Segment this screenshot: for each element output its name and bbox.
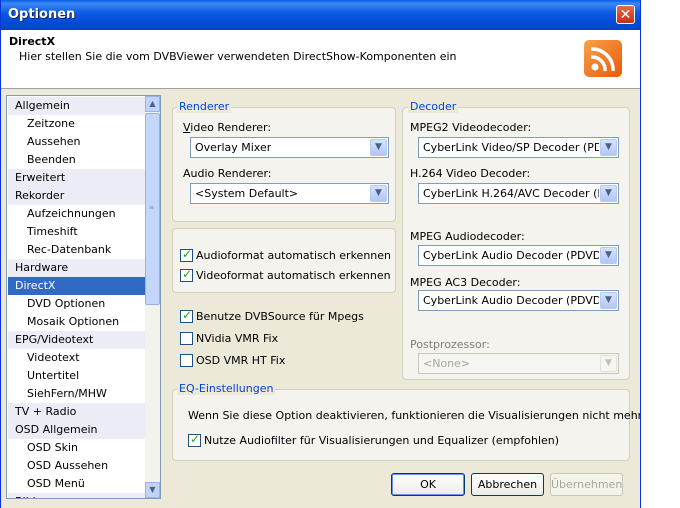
check-icon: ✓ xyxy=(182,308,193,322)
videoformat-checkbox[interactable]: ✓ xyxy=(180,267,193,282)
video-renderer-select[interactable]: Overlay Mixer ▼ xyxy=(190,137,389,158)
chevron-down-icon[interactable]: ▼ xyxy=(600,292,617,309)
audiofilter-checkbox[interactable]: ✓ xyxy=(188,432,201,447)
options-window: Optionen ✕ DirectX Hier stellen Sie die … xyxy=(0,0,641,508)
nav-item[interactable]: Mosaik Optionen xyxy=(8,313,146,331)
mpeg-audio-label: MPEG Audiodecoder: xyxy=(410,230,525,243)
dvbsource-label[interactable]: Benutze DVBSource für Mpegs xyxy=(196,310,364,323)
nav-item[interactable]: Untertitel xyxy=(8,367,146,385)
audio-renderer-label: Audio Renderer: xyxy=(183,167,272,180)
mpeg2-label: MPEG2 Videodecoder: xyxy=(410,121,532,134)
page-description: Hier stellen Sie die vom DVBViewer verwe… xyxy=(19,50,457,63)
nav-item[interactable]: DVD Optionen xyxy=(8,295,146,313)
nav-item[interactable]: Aussehen xyxy=(8,133,146,151)
chevron-down-icon[interactable]: ▼ xyxy=(370,139,387,156)
dvbsource-checkbox[interactable]: ✓ xyxy=(180,308,193,323)
close-button[interactable]: ✕ xyxy=(616,5,635,24)
page-title: DirectX xyxy=(9,35,56,48)
osd-vmr-label[interactable]: OSD VMR HT Fix xyxy=(196,354,285,367)
window-title: Optionen xyxy=(8,7,76,22)
rss-icon xyxy=(584,40,622,77)
check-icon: ✓ xyxy=(182,267,193,281)
nav-item[interactable]: Zeitzone xyxy=(8,115,146,133)
nav-item[interactable]: Aufzeichnungen xyxy=(8,205,146,223)
nav-item[interactable]: OSD Allgemein xyxy=(8,421,146,439)
nav-item[interactable]: OSD Aussehen xyxy=(8,457,146,475)
scroll-up-button[interactable]: ▲ xyxy=(145,96,160,112)
decoder-legend: Decoder xyxy=(408,100,459,113)
postprocessor-select[interactable]: <None> ▼ xyxy=(418,353,619,374)
page-header: DirectX Hier stellen Sie die vom DVBView… xyxy=(1,30,640,89)
renderer-legend: Renderer xyxy=(177,100,232,113)
grip-icon: ≡ xyxy=(149,204,155,211)
mpeg-audio-value: CyberLink Audio Decoder (PDVD7) xyxy=(423,249,599,262)
chevron-down-icon[interactable]: ▼ xyxy=(600,185,617,202)
audiofilter-label[interactable]: Nutze Audiofilter für Visualisierungen u… xyxy=(204,434,559,447)
eq-group xyxy=(172,389,630,461)
nav-item[interactable]: Erweitert xyxy=(8,169,146,187)
ac3-value: CyberLink Audio Decoder (PDVD7) xyxy=(423,294,599,307)
nav-item[interactable]: EPG/Videotext xyxy=(8,331,146,349)
chevron-down-icon[interactable]: ▼ xyxy=(600,139,617,156)
apply-button[interactable]: Übernehmen xyxy=(550,473,623,496)
audio-renderer-select[interactable]: <System Default> ▼ xyxy=(190,183,389,204)
chevron-down-icon[interactable]: ▼ xyxy=(370,185,387,202)
nav-item[interactable]: TV + Radio xyxy=(8,403,146,421)
nvidia-checkbox[interactable] xyxy=(180,332,193,345)
nav-item[interactable]: Hardware xyxy=(8,259,146,277)
postprocessor-label: Postprozessor: xyxy=(410,338,490,351)
audioformat-label[interactable]: Audioformat automatisch erkennen xyxy=(196,249,391,262)
h264-select[interactable]: CyberLink H.264/AVC Decoder (PDVD7) ▼ xyxy=(418,183,619,204)
check-icon: ✓ xyxy=(182,247,193,261)
video-renderer-label: Video Renderer: xyxy=(183,121,272,134)
scroll-down-button[interactable]: ▼ xyxy=(145,482,160,498)
nav-item[interactable]: OSD Menü xyxy=(8,475,146,493)
ok-button[interactable]: OK xyxy=(391,473,465,496)
eq-warning: Wenn Sie diese Option deaktivieren, funk… xyxy=(188,409,641,422)
osd-vmr-checkbox[interactable] xyxy=(180,354,193,367)
videoformat-label[interactable]: Videoformat automatisch erkennen xyxy=(196,269,391,282)
nav-item[interactable]: OSD Skin xyxy=(8,439,146,457)
nav-item[interactable]: Beenden xyxy=(8,151,146,169)
nav-item[interactable]: SiehFern/MHW xyxy=(8,385,146,403)
ac3-select[interactable]: CyberLink Audio Decoder (PDVD7) ▼ xyxy=(418,290,619,311)
chevron-down-icon[interactable]: ▼ xyxy=(600,355,617,372)
nav-item[interactable]: Bilder xyxy=(8,493,146,498)
audio-renderer-value: <System Default> xyxy=(195,187,299,200)
nav-item[interactable]: Rekorder xyxy=(8,187,146,205)
h264-value: CyberLink H.264/AVC Decoder (PDVD7) xyxy=(423,187,599,200)
chevron-down-icon[interactable]: ▼ xyxy=(600,247,617,264)
nav-item[interactable]: Rec-Datenbank xyxy=(8,241,146,259)
cancel-button[interactable]: Abbrechen xyxy=(471,473,544,496)
mpeg2-select[interactable]: CyberLink Video/SP Decoder (PDVD7) ▼ xyxy=(418,137,619,158)
video-renderer-value: Overlay Mixer xyxy=(195,141,272,154)
mpeg2-value: CyberLink Video/SP Decoder (PDVD7) xyxy=(423,141,599,154)
title-bar[interactable]: Optionen ✕ xyxy=(1,0,640,30)
category-scrollbar[interactable]: ▲ ≡ ▼ xyxy=(145,96,160,498)
nav-item[interactable]: Videotext xyxy=(8,349,146,367)
check-icon: ✓ xyxy=(190,432,201,446)
audioformat-checkbox[interactable]: ✓ xyxy=(180,247,193,262)
postprocessor-value: <None> xyxy=(423,357,471,370)
ac3-label: MPEG AC3 Decoder: xyxy=(410,276,521,289)
eq-legend: EQ-Einstellungen xyxy=(177,382,276,395)
category-list[interactable]: Allgemein Zeitzone Aussehen Beenden Erweiter… xyxy=(6,95,161,499)
nav-item[interactable]: Allgemein xyxy=(8,97,146,115)
h264-label: H.264 Video Decoder: xyxy=(410,167,531,180)
nav-item[interactable]: Timeshift xyxy=(8,223,146,241)
scroll-thumb[interactable]: ≡ xyxy=(145,113,160,305)
nav-item[interactable]: DirectX xyxy=(8,277,146,295)
mpeg-audio-select[interactable]: CyberLink Audio Decoder (PDVD7) ▼ xyxy=(418,245,619,266)
nvidia-label[interactable]: NVidia VMR Fix xyxy=(196,332,278,345)
